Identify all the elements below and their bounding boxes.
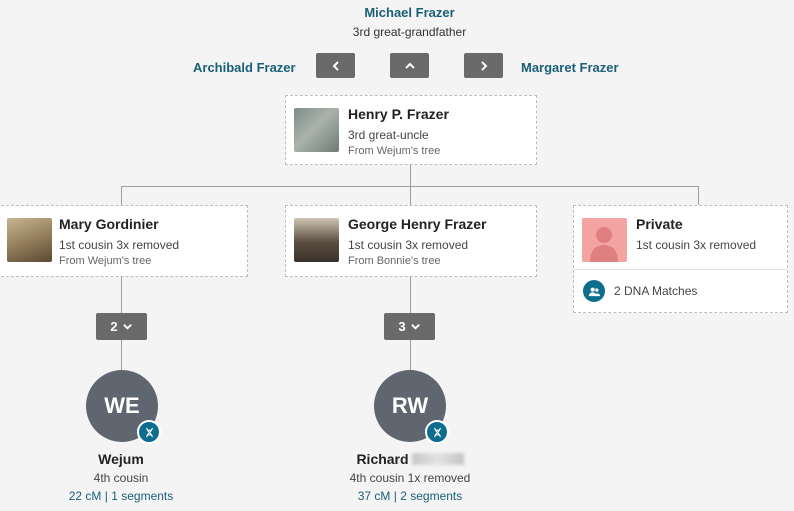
connector-line — [121, 186, 122, 205]
match-name[interactable]: Wejum — [21, 451, 221, 467]
match-segments-link[interactable]: 1 segments — [111, 489, 173, 503]
match-first-name: Richard — [356, 451, 409, 467]
person-relationship: 1st cousin 3x removed — [636, 238, 757, 252]
person-name: Henry P. Frazer — [348, 106, 449, 122]
person-name: Mary Gordinier — [59, 216, 159, 232]
match-name[interactable]: Richard — [310, 451, 510, 467]
match-relationship: 4th cousin 1x removed — [349, 471, 471, 485]
separator: | — [104, 489, 108, 503]
child-card-private[interactable]: Private 1st cousin 3x removed 2 DNA Matc… — [573, 205, 788, 313]
person-source: From Bonnie's tree — [348, 255, 441, 267]
match-cm-link[interactable]: 22 cM — [69, 489, 102, 503]
connector-line — [698, 186, 699, 205]
person-relationship: 1st cousin 3x removed — [348, 238, 469, 252]
connector-line — [410, 277, 411, 313]
separator: | — [393, 489, 397, 503]
person-source: From Wejum's tree — [348, 145, 441, 157]
dna-icon — [137, 420, 161, 444]
match-initials: RW — [391, 393, 429, 418]
dna-icon — [425, 420, 449, 444]
nav-up-button[interactable] — [390, 53, 429, 78]
connector-line — [410, 165, 411, 186]
chevron-right-icon — [480, 60, 487, 71]
child-card-george[interactable]: George Henry Frazer 1st cousin 3x remove… — [285, 205, 537, 277]
redacted-surname — [411, 453, 464, 465]
nav-right-button[interactable] — [464, 53, 503, 78]
match-dna-summary: 22 cM | 1 segments — [21, 489, 221, 503]
match-cm-link[interactable]: 37 cM — [358, 489, 391, 503]
chevron-down-icon — [410, 324, 420, 330]
connector-line — [121, 340, 122, 370]
chevron-left-icon — [332, 60, 339, 71]
match-segments-link[interactable]: 2 segments — [400, 489, 462, 503]
person-source: From Wejum's tree — [59, 255, 152, 267]
dna-matches-icon — [583, 280, 605, 302]
connector-line — [410, 186, 411, 205]
dna-matches-link[interactable]: 2 DNA Matches — [614, 284, 697, 298]
nav-left-button[interactable] — [316, 53, 355, 78]
descendant-count: 2 — [110, 319, 118, 334]
person-photo — [294, 218, 339, 262]
person-name: George Henry Frazer — [348, 216, 487, 232]
top-ancestor-name[interactable]: Michael Frazer — [0, 5, 794, 20]
connector-line — [121, 277, 122, 313]
nav-left-link[interactable]: Archibald Frazer — [193, 60, 296, 75]
card-divider — [574, 269, 787, 270]
expand-descendants-button[interactable]: 2 — [96, 313, 147, 340]
descendant-count: 3 — [398, 319, 406, 334]
person-relationship: 3rd great-uncle — [348, 128, 429, 142]
nav-right-link[interactable]: Margaret Frazer — [521, 60, 619, 75]
person-photo — [7, 218, 52, 262]
expand-descendants-button[interactable]: 3 — [384, 313, 435, 340]
match-relationship: 4th cousin — [93, 471, 149, 485]
top-ancestor-relationship: 3rd great-grandfather — [352, 25, 467, 39]
private-person-icon — [582, 218, 627, 262]
chevron-down-icon — [122, 324, 132, 330]
match-initials: WE — [104, 393, 140, 418]
person-photo — [294, 108, 339, 152]
focus-person-card[interactable]: Henry P. Frazer 3rd great-uncle From Wej… — [285, 95, 537, 165]
connector-line — [410, 340, 411, 370]
person-name: Private — [636, 216, 683, 232]
match-dna-summary: 37 cM | 2 segments — [310, 489, 510, 503]
child-card-mary[interactable]: Mary Gordinier 1st cousin 3x removed Fro… — [0, 205, 248, 277]
person-relationship: 1st cousin 3x removed — [59, 238, 180, 252]
chevron-up-icon — [404, 62, 415, 69]
